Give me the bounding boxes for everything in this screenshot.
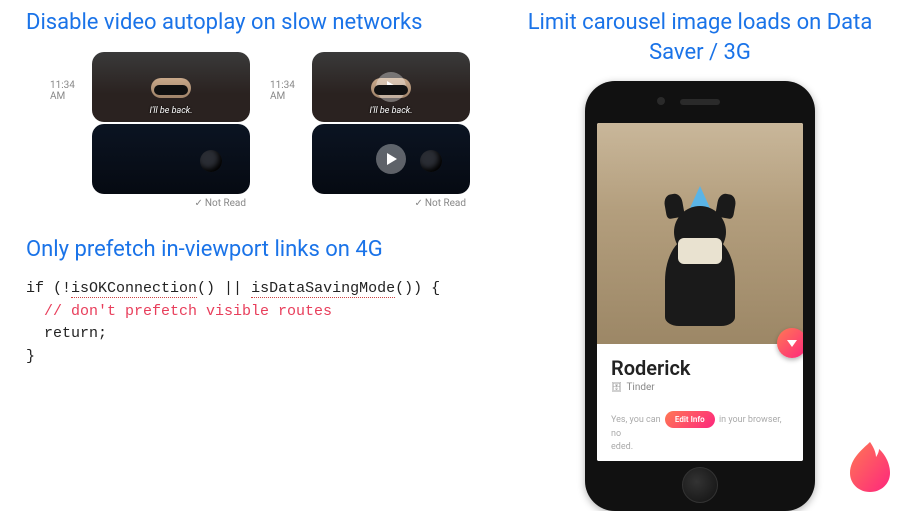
video-thumbnail	[312, 124, 470, 194]
check-icon: ✓	[194, 198, 202, 209]
twitter-screenshot-pair: 11:34 AM I'll be back. ✓Not Read 11:34 A…	[20, 52, 500, 209]
read-status: ✓Not Read	[50, 194, 250, 209]
phone-screen: Roderick 🗄 Tinder Yes, you can Edit Info…	[597, 123, 803, 461]
play-icon[interactable]	[376, 144, 406, 174]
dog-photo	[645, 186, 755, 326]
twitter-paused-column: 11:34 AM I'll be back. ✓Not Read	[270, 52, 470, 209]
download-fab[interactable]	[777, 328, 803, 358]
profile-panel: Roderick 🗄 Tinder Yes, you can Edit Info…	[597, 344, 803, 461]
home-button[interactable]	[682, 467, 718, 503]
phone-mockup: Roderick 🗄 Tinder Yes, you can Edit Info…	[585, 81, 815, 511]
prefetch-heading: Only prefetch in-viewport links on 4G	[20, 235, 500, 265]
briefcase-icon: 🗄	[611, 383, 622, 393]
read-status: ✓Not Read	[270, 194, 470, 209]
twitter-autoplay-column: 11:34 AM I'll be back. ✓Not Read	[50, 52, 250, 209]
profile-name: Roderick	[611, 356, 789, 380]
profile-workplace: 🗄 Tinder	[611, 382, 789, 393]
edit-info-button[interactable]: Edit Info	[665, 411, 715, 428]
message-timestamp: 11:34 AM	[50, 52, 92, 102]
carousel-image[interactable]	[597, 123, 803, 344]
video-caption: I'll be back.	[149, 106, 192, 116]
autoplay-heading: Disable video autoplay on slow networks	[20, 8, 500, 38]
video-thumbnail: I'll be back.	[312, 52, 470, 122]
code-snippet: if (!isOKConnection() || isDataSavingMod…	[20, 278, 500, 368]
tinder-logo-icon	[848, 440, 892, 492]
video-thumbnail	[92, 124, 250, 194]
message-timestamp: 11:34 AM	[270, 52, 312, 102]
phone-camera	[657, 97, 665, 105]
profile-message: Yes, you can Edit Info in your browser, …	[611, 411, 789, 453]
carousel-heading: Limit carousel image loads on Data Saver…	[510, 8, 890, 67]
phone-speaker	[680, 99, 720, 105]
check-icon: ✓	[414, 198, 422, 209]
video-caption: I'll be back.	[369, 106, 412, 116]
play-icon[interactable]	[376, 72, 406, 102]
video-thumbnail: I'll be back.	[92, 52, 250, 122]
